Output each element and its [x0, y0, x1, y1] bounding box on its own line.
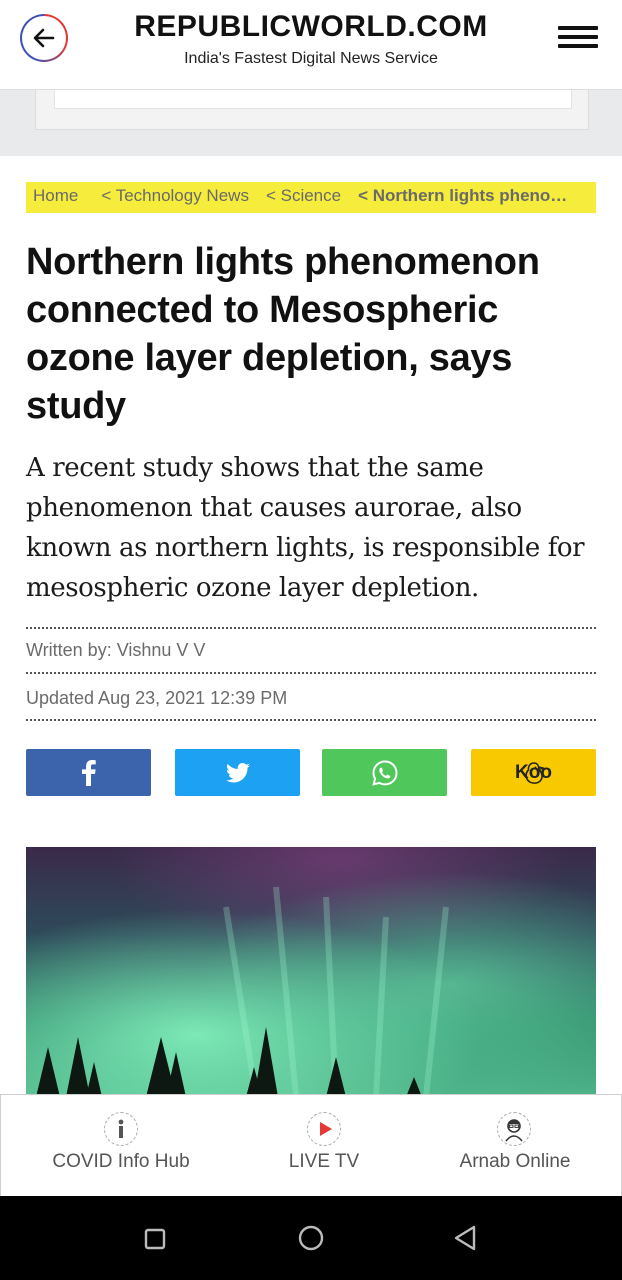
whatsapp-icon [371, 759, 398, 786]
avatar-icon [497, 1112, 531, 1146]
menu-bar [558, 44, 598, 48]
hamburger-menu-icon[interactable] [558, 26, 598, 50]
site-logo[interactable]: REPUBLICWORLD.COM [0, 10, 622, 44]
menu-bar [558, 35, 598, 39]
info-icon [104, 1112, 138, 1146]
android-navigation-bar [0, 1196, 622, 1280]
breadcrumb-current-article: < Northern lights phenomenon connected t… [358, 186, 580, 205]
breadcrumb-science[interactable]: < Science [266, 182, 341, 209]
article-headline: Northern lights phenomenon connected to … [26, 241, 540, 427]
share-facebook-button[interactable] [26, 749, 151, 796]
article-updated-date: Updated Aug 23, 2021 12:39 PM [26, 688, 288, 708]
ad-slot-inner [54, 90, 572, 109]
back-triangle-icon[interactable] [452, 1222, 480, 1256]
article-summary: A recent study shows that the same pheno… [26, 453, 585, 603]
aurora-trees-image [26, 847, 596, 1097]
nav-live-tv[interactable]: LIVE TV [224, 1095, 424, 1196]
ad-banner-area [0, 90, 622, 156]
breadcrumb: Home < Technology News < Science < Northern… [26, 182, 596, 213]
site-header: REPUBLICWORLD.COM India's Fastest Digita… [0, 0, 622, 90]
home-icon[interactable] [297, 1222, 325, 1256]
breadcrumb-home[interactable]: Home [33, 182, 78, 209]
divider [26, 719, 596, 721]
koo-content: Koo [471, 749, 596, 796]
nav-covid-info-hub[interactable]: COVID Info Hub [21, 1095, 221, 1196]
divider [26, 627, 596, 629]
play-icon [307, 1112, 341, 1146]
twitter-icon [225, 762, 250, 782]
nav-label: COVID Info Hub [52, 1151, 190, 1172]
article-hero-image[interactable] [26, 847, 596, 1097]
breadcrumb-technology-news[interactable]: < Technology News [101, 182, 249, 209]
recent-apps-icon[interactable] [144, 1222, 168, 1256]
divider [26, 672, 596, 674]
nav-label: Arnab Online [459, 1151, 571, 1172]
koo-bird-icon [524, 761, 544, 784]
article-author[interactable]: Written by: Vishnu V V [26, 640, 205, 661]
menu-bar [558, 26, 598, 30]
share-koo-button[interactable]: Koo [471, 749, 596, 796]
nav-label: LIVE TV [288, 1151, 360, 1172]
site-tagline: India's Fastest Digital News Service [184, 50, 438, 67]
share-whatsapp-button[interactable] [322, 749, 447, 796]
bottom-navigation: COVID Info Hub LIVE TV Arnab Online [0, 1094, 622, 1197]
share-twitter-button[interactable] [175, 749, 300, 796]
nav-arnab-online[interactable]: Arnab Online [415, 1095, 615, 1196]
ad-slot [35, 90, 589, 130]
facebook-icon [81, 759, 96, 786]
